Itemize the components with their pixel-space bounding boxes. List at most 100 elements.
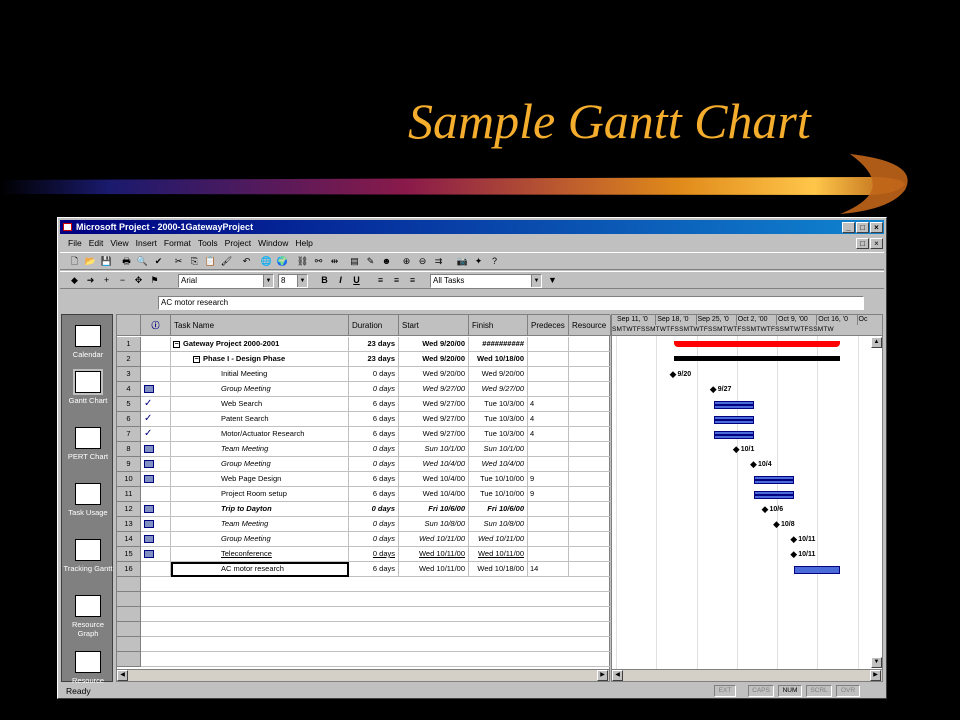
col-duration[interactable]: Duration (349, 315, 399, 336)
task-name-cell[interactable]: Web Page Design (171, 472, 349, 487)
predecessors-cell[interactable] (528, 367, 569, 382)
col-predecessors[interactable]: Predeces (528, 315, 569, 336)
print-icon[interactable]: 🖶 (120, 255, 133, 268)
table-hscrollbar[interactable]: ◀ ▶ (117, 669, 609, 681)
start-cell[interactable]: Wed 10/11/00 (399, 562, 469, 577)
duration-cell[interactable]: 0 days (349, 442, 399, 457)
view-calendar[interactable]: Calendar (62, 325, 114, 359)
duration-cell[interactable]: 0 days (349, 547, 399, 562)
duration-cell[interactable]: 6 days (349, 397, 399, 412)
table-row[interactable]: 13 Team Meeting 0 days Sun 10/8/00 Sun 10/8/… (117, 517, 611, 532)
predecessors-cell[interactable] (528, 352, 569, 367)
start-cell[interactable]: Sun 10/1/00 (399, 442, 469, 457)
unlink-tasks-icon[interactable]: ⚯ (312, 255, 325, 268)
row-id[interactable] (117, 577, 141, 592)
duration-cell[interactable]: 0 days (349, 532, 399, 547)
font-size-select[interactable]: 8 ▼ (278, 274, 308, 288)
finish-cell[interactable]: Tue 10/10/00 (469, 487, 528, 502)
collapse-icon[interactable]: − (193, 355, 200, 363)
spelling-icon[interactable]: ✔ (152, 255, 165, 268)
predecessors-cell[interactable] (528, 457, 569, 472)
chevron-down-icon[interactable]: ▼ (531, 275, 541, 287)
doc-close-button[interactable]: × (870, 238, 883, 249)
predecessors-cell[interactable] (528, 502, 569, 517)
task-name-cell[interactable]: Web Search (171, 397, 349, 412)
milestone-diamond-icon[interactable]: ◆ (710, 385, 717, 394)
predecessors-cell[interactable] (528, 337, 569, 352)
view-resource[interactable]: Resource (62, 651, 114, 685)
scroll-right-icon[interactable]: ▶ (870, 670, 881, 681)
resources-cell[interactable] (569, 472, 611, 487)
table-row[interactable] (117, 652, 611, 667)
col-resources[interactable]: Resource (569, 315, 611, 336)
table-row[interactable]: 2− Phase I - Design Phase 23 days Wed 9/20/… (117, 352, 611, 367)
task-name-cell[interactable]: − Phase I - Design Phase (171, 352, 349, 367)
align-center-icon[interactable]: ≡ (390, 274, 403, 287)
align-left-icon[interactable]: ≡ (374, 274, 387, 287)
start-cell[interactable]: Sun 10/8/00 (399, 517, 469, 532)
resources-cell[interactable] (569, 427, 611, 442)
goto-task-icon[interactable]: ⇉ (432, 255, 445, 268)
menu-help[interactable]: Help (295, 235, 312, 251)
milestone-diamond-icon[interactable]: ◆ (762, 505, 769, 514)
duration-cell[interactable]: 0 days (349, 367, 399, 382)
open-icon[interactable]: 📂 (84, 255, 97, 268)
start-cell[interactable]: Wed 10/4/00 (399, 457, 469, 472)
duration-cell[interactable]: 0 days (349, 457, 399, 472)
col-finish[interactable]: Finish (469, 315, 528, 336)
new-icon[interactable]: 🗋 (68, 255, 81, 268)
format-painter-icon[interactable]: 🖌 (220, 255, 233, 268)
task-name-cell[interactable]: Patent Search (171, 412, 349, 427)
view-pert-chart[interactable]: PERT Chart (62, 427, 114, 461)
milestone-diamond-icon[interactable]: ◆ (790, 535, 797, 544)
filter-select[interactable]: All Tasks ▼ (430, 274, 542, 288)
task-name-cell[interactable]: Initial Meeting (171, 367, 349, 382)
duration-cell[interactable]: 23 days (349, 337, 399, 352)
duration-cell[interactable]: 6 days (349, 472, 399, 487)
resources-cell[interactable] (569, 367, 611, 382)
menu-view[interactable]: View (110, 235, 128, 251)
bold-button[interactable]: B (318, 274, 331, 287)
menu-file[interactable]: File (68, 235, 82, 251)
duration-cell[interactable]: 0 days (349, 517, 399, 532)
start-cell[interactable]: Wed 9/20/00 (399, 352, 469, 367)
table-row[interactable]: 7 ✓ Motor/Actuator Research 6 days Wed 9/27/… (117, 427, 611, 442)
finish-cell[interactable]: Fri 10/6/00 (469, 502, 528, 517)
milestone-diamond-icon[interactable]: ◆ (790, 550, 797, 559)
scroll-down-icon[interactable]: ▼ (871, 657, 882, 668)
chevron-down-icon[interactable]: ▼ (297, 275, 307, 287)
table-row[interactable]: 4 Group Meeting 0 days Wed 9/27/00 Wed 9/27/… (117, 382, 611, 397)
arrow-right-icon[interactable]: ➜ (84, 274, 97, 287)
resources-cell[interactable] (569, 547, 611, 562)
task-name-cell[interactable]: Team Meeting (171, 517, 349, 532)
row-id[interactable] (117, 607, 141, 622)
resources-cell[interactable] (569, 457, 611, 472)
minimize-button[interactable]: _ (842, 222, 855, 233)
resources-cell[interactable] (569, 412, 611, 427)
start-cell[interactable]: Wed 10/11/00 (399, 547, 469, 562)
start-cell[interactable]: Wed 9/27/00 (399, 427, 469, 442)
show-subtasks-icon[interactable]: + (100, 274, 113, 287)
task-name-cell[interactable]: Teleconference (171, 547, 349, 562)
predecessors-cell[interactable]: 4 (528, 412, 569, 427)
select-all-corner[interactable] (117, 315, 141, 336)
row-id[interactable]: 9 (117, 457, 141, 472)
row-id[interactable] (117, 592, 141, 607)
predecessors-cell[interactable] (528, 517, 569, 532)
view-resource-graph[interactable]: Resource Graph (62, 595, 114, 638)
finish-cell[interactable]: Tue 10/10/00 (469, 472, 528, 487)
hide-subtasks-icon[interactable]: − (116, 274, 129, 287)
scroll-left-icon[interactable]: ◀ (117, 670, 128, 681)
start-cell[interactable]: Wed 10/11/00 (399, 532, 469, 547)
resources-cell[interactable] (569, 382, 611, 397)
align-right-icon[interactable]: ≡ (406, 274, 419, 287)
row-id[interactable]: 8 (117, 442, 141, 457)
predecessors-cell[interactable] (528, 547, 569, 562)
undo-icon[interactable]: ↶ (240, 255, 253, 268)
resources-cell[interactable] (569, 442, 611, 457)
paste-icon[interactable]: 📋 (204, 255, 217, 268)
outline-icon[interactable]: ⚑ (148, 274, 161, 287)
menu-edit[interactable]: Edit (89, 235, 104, 251)
finish-cell[interactable]: Wed 10/11/00 (469, 532, 528, 547)
start-cell[interactable]: Wed 9/27/00 (399, 397, 469, 412)
